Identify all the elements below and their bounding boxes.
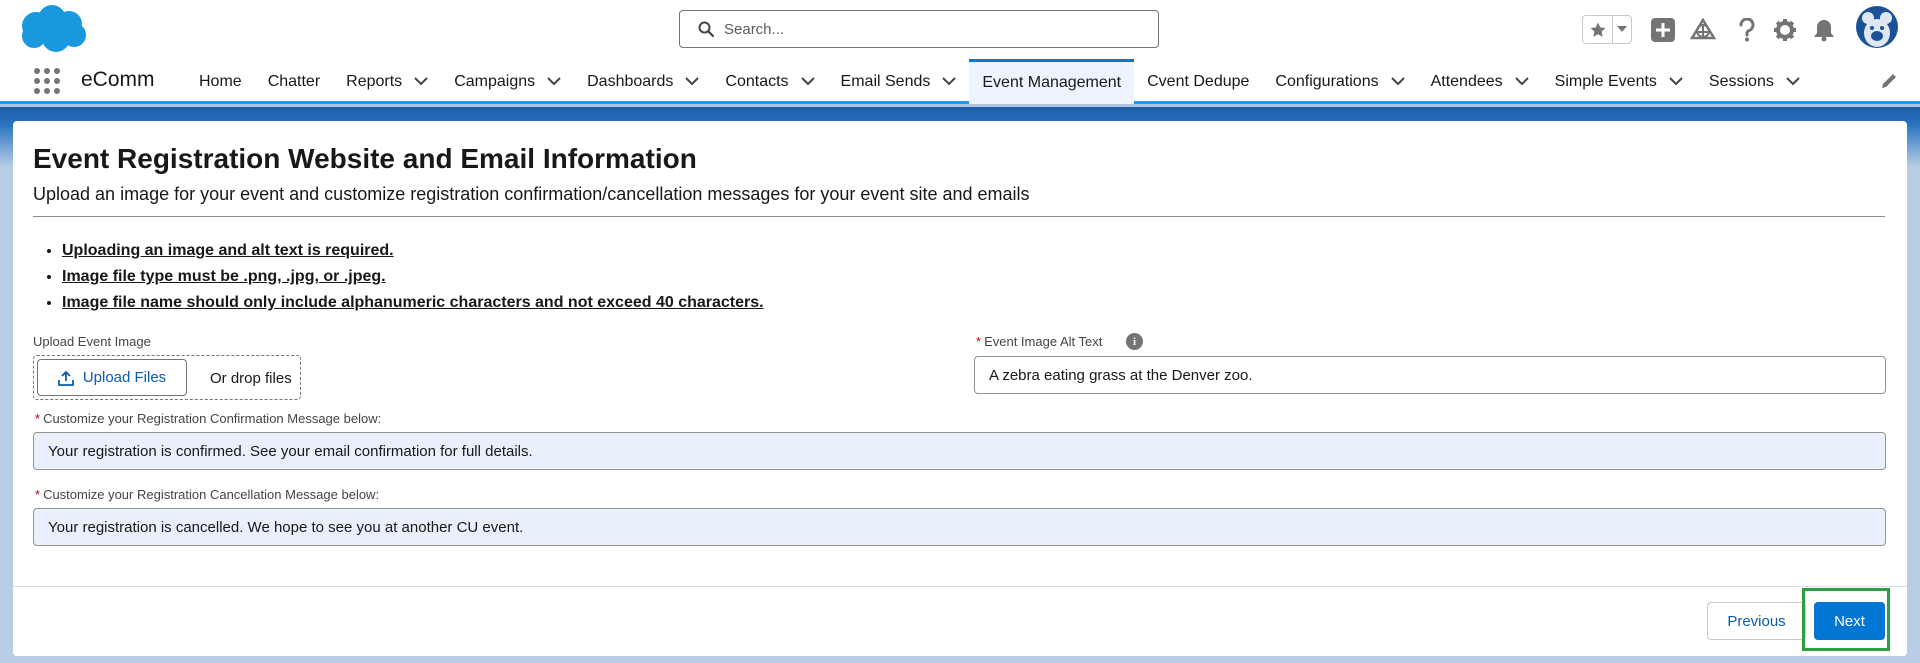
salesforce-logo-icon[interactable] — [16, 4, 90, 54]
global-search[interactable] — [679, 10, 1159, 48]
nav-tab-sessions[interactable]: Sessions — [1696, 59, 1813, 104]
next-button[interactable]: Next — [1814, 602, 1885, 640]
nav-tab-label: Simple Events — [1554, 72, 1657, 90]
page-title: Event Registration Website and Email Inf… — [33, 143, 697, 174]
divider — [33, 216, 1885, 217]
cancellation-label-text: Customize your Registration Cancellation… — [43, 487, 380, 502]
footer-divider — [13, 586, 1907, 587]
registration-info-card: Event Registration Website and Email Inf… — [13, 121, 1907, 656]
alt-text-input[interactable] — [974, 356, 1886, 394]
chevron-down-icon[interactable] — [1390, 77, 1405, 86]
nav-tab-campaigns[interactable]: Campaigns — [441, 59, 574, 104]
confirmation-message-input[interactable] — [33, 432, 1886, 470]
favorites-dropdown-icon[interactable] — [1613, 16, 1631, 43]
nav-tab-cvent-dedupe[interactable]: Cvent Dedupe — [1134, 59, 1262, 104]
avatar[interactable] — [1856, 6, 1898, 48]
nav-tab-label: Event Management — [982, 74, 1122, 91]
nav-items: Home Chatter Reports Campaigns Dashboards Con… — [186, 59, 1813, 104]
upload-files-button[interactable]: Upload Files — [37, 359, 187, 396]
rule-item: Image file name should only include alph… — [62, 290, 764, 316]
rule-item: Uploading an image and alt text is requi… — [62, 238, 764, 264]
chevron-down-icon[interactable] — [685, 77, 700, 86]
nav-tab-email-sends[interactable]: Email Sends — [828, 59, 970, 104]
nav-tab-label: Cvent Dedupe — [1147, 72, 1250, 90]
notifications-bell-icon[interactable] — [1810, 16, 1838, 44]
required-mark: * — [35, 411, 41, 426]
nav-tab-dashboards[interactable]: Dashboards — [574, 59, 712, 104]
upload-icon — [57, 370, 74, 386]
nav-tab-label: Campaigns — [454, 72, 536, 90]
drop-files-text: Or drop files — [210, 370, 292, 387]
global-header — [0, 0, 1920, 59]
app-launcher-icon[interactable] — [33, 67, 61, 95]
nav-tab-label: Attendees — [1430, 72, 1503, 90]
navigation-bar: eComm Home Chatter Reports Campaigns Dashboa… — [0, 59, 1920, 104]
alt-text-label-text: Event Image Alt Text — [984, 334, 1103, 349]
nav-tab-label: Dashboards — [587, 72, 674, 90]
chevron-down-icon[interactable] — [1669, 77, 1683, 86]
chevron-down-icon[interactable] — [1514, 77, 1529, 86]
help-icon[interactable] — [1733, 16, 1761, 44]
nav-tab-configurations[interactable]: Configurations — [1262, 59, 1417, 104]
search-icon — [698, 21, 714, 37]
chevron-down-icon[interactable] — [942, 77, 957, 86]
favorites-group — [1582, 15, 1632, 44]
alt-text-label: * Event Image Alt Text — [976, 334, 1102, 349]
app-name: eComm — [81, 68, 155, 91]
nav-tab-simple-events[interactable]: Simple Events — [1542, 59, 1696, 104]
edit-nav-pencil-icon[interactable] — [1880, 72, 1900, 92]
nav-tab-label: Configurations — [1275, 72, 1379, 90]
nav-tab-label: Reports — [346, 72, 403, 90]
nav-tab-home[interactable]: Home — [186, 59, 255, 104]
setup-gear-icon[interactable] — [1771, 16, 1799, 44]
nav-tab-label: Sessions — [1708, 72, 1774, 90]
image-rules-list: Uploading an image and alt text is requi… — [62, 238, 764, 316]
upload-files-label: Upload Files — [82, 369, 167, 386]
page-subtitle: Upload an image for your event and custo… — [33, 184, 1030, 204]
required-mark: * — [35, 487, 41, 502]
upload-event-image-label: Upload Event Image — [33, 334, 151, 349]
nav-tab-reports[interactable]: Reports — [333, 59, 441, 104]
chevron-down-icon[interactable] — [547, 77, 561, 86]
chevron-down-icon[interactable] — [1786, 77, 1800, 86]
cancellation-message-input[interactable] — [33, 508, 1886, 546]
nav-tab-label: Home — [199, 72, 242, 90]
file-drop-zone[interactable]: Upload Files Or drop files — [33, 355, 301, 400]
rule-item: Image file type must be .png, .jpg, or .… — [62, 264, 764, 290]
add-icon[interactable] — [1649, 16, 1677, 44]
nav-tab-label: Chatter — [267, 72, 321, 90]
required-mark: * — [976, 334, 982, 349]
nav-tab-contacts[interactable]: Contacts — [712, 59, 827, 104]
search-input[interactable] — [724, 20, 1124, 38]
nav-tab-attendees[interactable]: Attendees — [1418, 59, 1542, 104]
nav-tab-event-management[interactable]: Event Management — [969, 59, 1135, 104]
nav-tab-chatter[interactable]: Chatter — [255, 59, 333, 104]
favorites-star-icon[interactable] — [1583, 16, 1613, 43]
previous-button[interactable]: Previous — [1707, 602, 1806, 640]
info-icon[interactable]: i — [1126, 333, 1143, 350]
trailhead-icon[interactable] — [1689, 16, 1717, 44]
chevron-down-icon[interactable] — [800, 77, 815, 86]
confirmation-label-text: Customize your Registration Confirmation… — [43, 411, 382, 426]
confirmation-message-label: * Customize your Registration Confirmatio… — [35, 411, 381, 426]
nav-tab-label: Email Sends — [840, 72, 931, 90]
cancellation-message-label: * Customize your Registration Cancellatio… — [35, 487, 379, 502]
chevron-down-icon[interactable] — [414, 77, 428, 86]
nav-tab-label: Contacts — [725, 72, 789, 90]
